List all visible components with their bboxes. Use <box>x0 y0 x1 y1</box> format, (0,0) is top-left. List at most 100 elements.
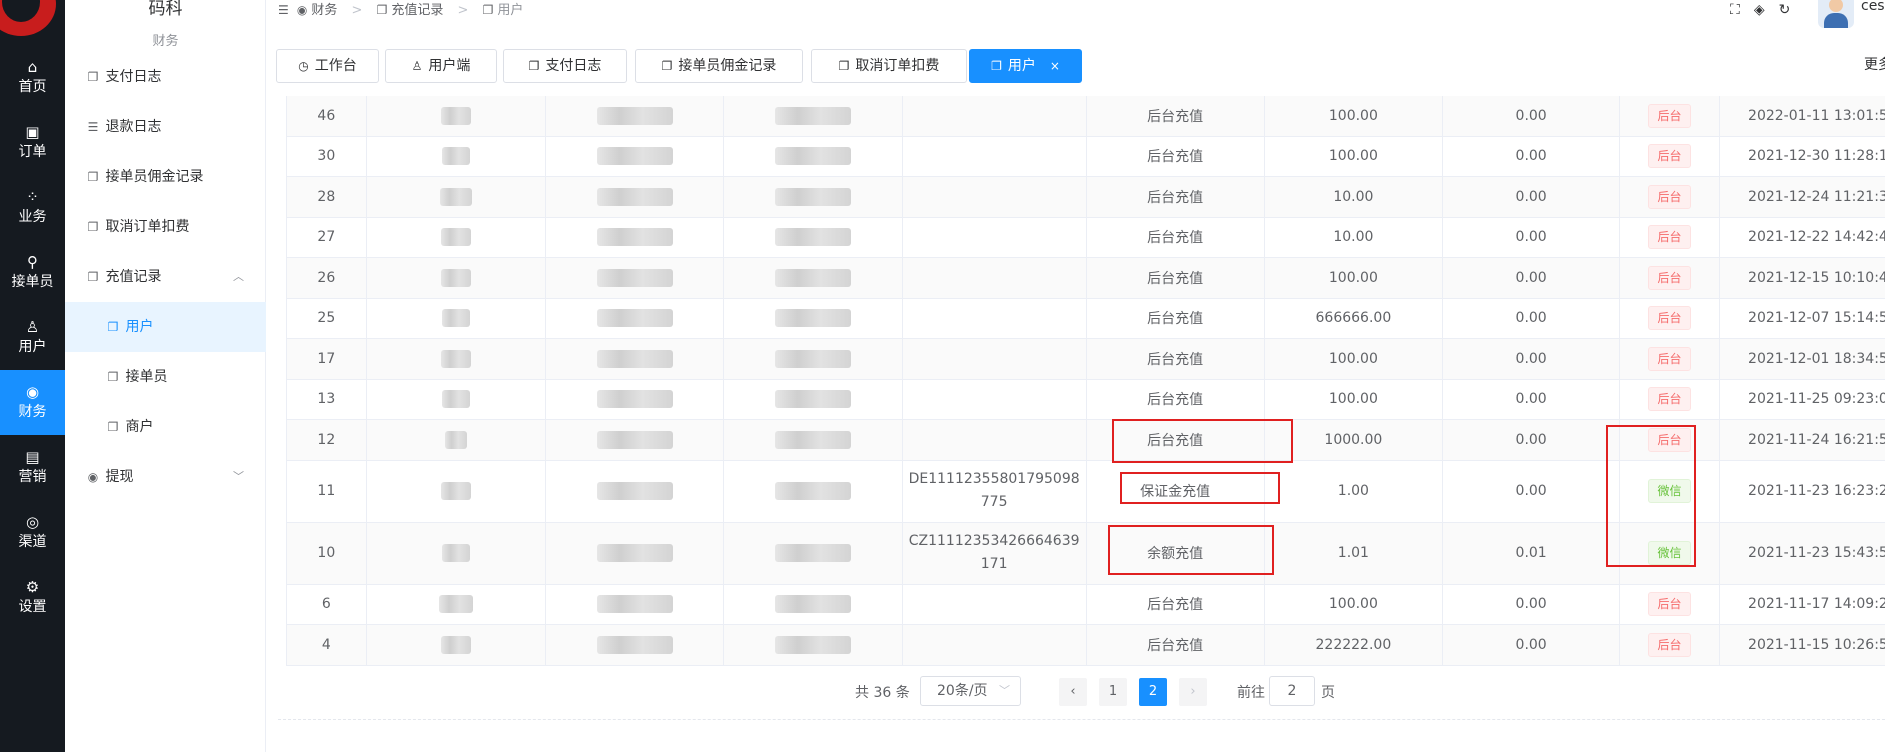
avatar[interactable] <box>1818 0 1854 28</box>
cell-id: 28 <box>317 188 336 205</box>
prev-page-button[interactable]: ‹ <box>1059 678 1087 706</box>
tab-dashboard[interactable]: ◷ 工作台 <box>276 49 379 83</box>
nav-item-marketing[interactable]: ▤ 营销 <box>0 435 65 500</box>
menu-item-withdraw[interactable]: ◉ 提现 ﹀ <box>65 452 266 502</box>
page-number[interactable]: 1 <box>1099 678 1127 706</box>
cell-recharge-type: 后台充值 <box>1147 637 1204 654</box>
tab-user[interactable]: ❐ 用户 × <box>969 49 1082 83</box>
td-order <box>902 96 1087 137</box>
td-type: 后台充值 <box>1086 584 1265 625</box>
cell-phone-masked: 18 52 <box>596 349 673 368</box>
nav-item-settings[interactable]: ⚙ 设置 <box>0 565 65 630</box>
cell-time: 2021-11-25 09:23:02 <box>1748 391 1885 407</box>
nav-item-user[interactable]: ♙ 用户 <box>0 305 65 370</box>
td-time: 2022-01-11 13:01:54 <box>1719 96 1885 137</box>
cell-id: 11 <box>317 483 336 499</box>
tab-rider-commission[interactable]: ❐ 接单员佣金记录 <box>635 49 803 83</box>
page-number-current[interactable]: 2 <box>1139 678 1167 706</box>
td-time: 2021-11-15 10:26:59 <box>1719 624 1885 666</box>
td-phone2: 1 458 <box>723 257 903 299</box>
username[interactable]: ces <box>1861 0 1885 14</box>
table-row: 27 18 2 1 458 后台充值 10.00 0.00 后台 2021-12-22 14:… <box>286 217 1885 258</box>
nav-label: 营销 <box>18 469 47 485</box>
cell-bonus: 0.00 <box>1515 188 1547 205</box>
chevron-right-icon: › <box>1190 684 1196 699</box>
doc-icon: ❐ <box>528 59 540 73</box>
td-order: DE11112355801795098 775 <box>902 460 1087 523</box>
menu-item-rider-commission[interactable]: ❐ 接单员佣金记录 <box>65 152 266 202</box>
tabs-more[interactable]: 更多 <box>1864 54 1885 74</box>
collapse-menu-icon[interactable]: ☰ <box>278 3 289 17</box>
main-nav: ⌂ 首页 ▣ 订单 ⁘ 业务 ⚲ 接单员 ♙ 用户 ◉ 财务 ▤ 营销 ◎ 渠道 <box>0 0 65 752</box>
nav-item-business[interactable]: ⁘ 业务 <box>0 175 65 240</box>
cell-phone-masked: 1 5 52 <box>596 390 673 408</box>
breadcrumb-item[interactable]: 财务 <box>311 3 337 18</box>
nav-label: 用户 <box>18 339 47 355</box>
td-amount: 100.00 <box>1264 136 1444 177</box>
page-jump-input[interactable] <box>1269 676 1315 706</box>
cell-amount: 1.01 <box>1337 545 1369 561</box>
cell-id: 13 <box>317 391 336 407</box>
nav-item-finance[interactable]: ◉ 财务 <box>0 370 65 435</box>
next-page-button[interactable]: › <box>1179 678 1207 706</box>
tab-cancel-fee[interactable]: ❐ 取消订单扣费 <box>811 49 967 83</box>
cell-time: 2022-01-11 13:01:54 <box>1748 107 1885 124</box>
td-name <box>366 136 546 177</box>
menu-item-payment-log[interactable]: ❐ 支付日志 <box>65 52 266 102</box>
menu-item-cancel-fee[interactable]: ❐ 取消订单扣费 <box>65 202 266 252</box>
brand-name: 码科 <box>148 0 183 19</box>
fullscreen-icon[interactable]: ⛶ <box>1730 2 1740 18</box>
cell-amount: 222222.00 <box>1315 636 1392 653</box>
cell-bonus: 0.00 <box>1515 229 1547 245</box>
cell-recharge-type: 后台充值 <box>1147 392 1204 408</box>
refresh-icon[interactable]: ↻ <box>1779 2 1791 18</box>
close-icon[interactable]: × <box>1050 59 1060 73</box>
cell-bonus: 0.00 <box>1515 596 1547 612</box>
menu-item-recharge-merchant[interactable]: ❐ 商户 <box>65 402 266 452</box>
td-phone2: 187 458 <box>723 136 903 177</box>
doc-icon: ❐ <box>107 370 119 384</box>
menu-item-recharge-rider[interactable]: ❐ 接单员 <box>65 352 266 402</box>
cell-phone-masked: 1 7 2 <box>596 147 673 165</box>
cell-name-masked <box>441 147 470 165</box>
td-order <box>902 584 1087 625</box>
td-source: 后台 <box>1619 176 1720 218</box>
cell-time: 2021-12-22 14:42:43 <box>1748 229 1885 245</box>
td-phone: 18 2 <box>545 176 725 218</box>
cell-amount: 10.00 <box>1333 229 1374 245</box>
td-order <box>902 624 1087 666</box>
nav-item-home[interactable]: ⌂ 首页 <box>0 45 65 110</box>
nav-item-channel[interactable]: ◎ 渠道 <box>0 500 65 565</box>
menu-item-refund-log[interactable]: ☰ 退款日志 <box>65 102 266 152</box>
cell-id: 4 <box>321 636 331 653</box>
dashboard-icon: ◷ <box>298 59 309 73</box>
sub-menu: 码科 财务 ❐ 支付日志 ☰ 退款日志 ❐ 接单员佣金记录 ❐ 取消订单扣费 ❐… <box>65 0 266 752</box>
nav-item-order[interactable]: ▣ 订单 <box>0 110 65 175</box>
td-source: 后台 <box>1619 298 1720 339</box>
cell-recharge-type: 后台充值 <box>1147 432 1204 449</box>
cell-phone-masked: 18 2 <box>596 228 673 246</box>
menu-item-recharge-user[interactable]: ❐ 用户 <box>65 302 266 352</box>
cell-recharge-type: 余额充值 <box>1147 546 1204 562</box>
nav-item-rider[interactable]: ⚲ 接单员 <box>0 240 65 305</box>
breadcrumb-item[interactable]: 充值记录 <box>391 3 443 18</box>
tab-user-app[interactable]: ♙ 用户端 <box>385 49 497 83</box>
td-time: 2021-12-22 14:42:43 <box>1719 217 1885 258</box>
td-name <box>366 460 546 523</box>
table-row: 17 18 52 1 7 5 后台充值 100.00 0.00 后台 2021-12-01 1… <box>286 338 1885 380</box>
cell-amount: 100.00 <box>1328 107 1378 124</box>
td-type: 后台充值 <box>1086 176 1265 218</box>
pagination-total: 共 36 条 <box>855 685 910 701</box>
theme-icon[interactable]: ◈ <box>1754 2 1765 18</box>
td-type: 余额充值 <box>1086 522 1265 585</box>
tab-payment-log[interactable]: ❐ 支付日志 <box>503 49 627 83</box>
page-size-select[interactable]: 20条/页 ﹀ <box>920 676 1021 706</box>
table-row: 11 911 80 91 80 DE11112355801795098775 保证金充值… <box>286 460 1885 523</box>
cell-phone-masked: 1 458 <box>774 228 851 246</box>
tab-label: 支付日志 <box>545 58 602 74</box>
user-icon: ♙ <box>25 318 40 336</box>
menu-item-recharge[interactable]: ❐ 充值记录 ︿ <box>65 252 266 302</box>
jump-unit: 页 <box>1321 685 1335 701</box>
cell-recharge-type: 后台充值 <box>1147 597 1204 613</box>
cell-name-masked <box>440 635 471 654</box>
